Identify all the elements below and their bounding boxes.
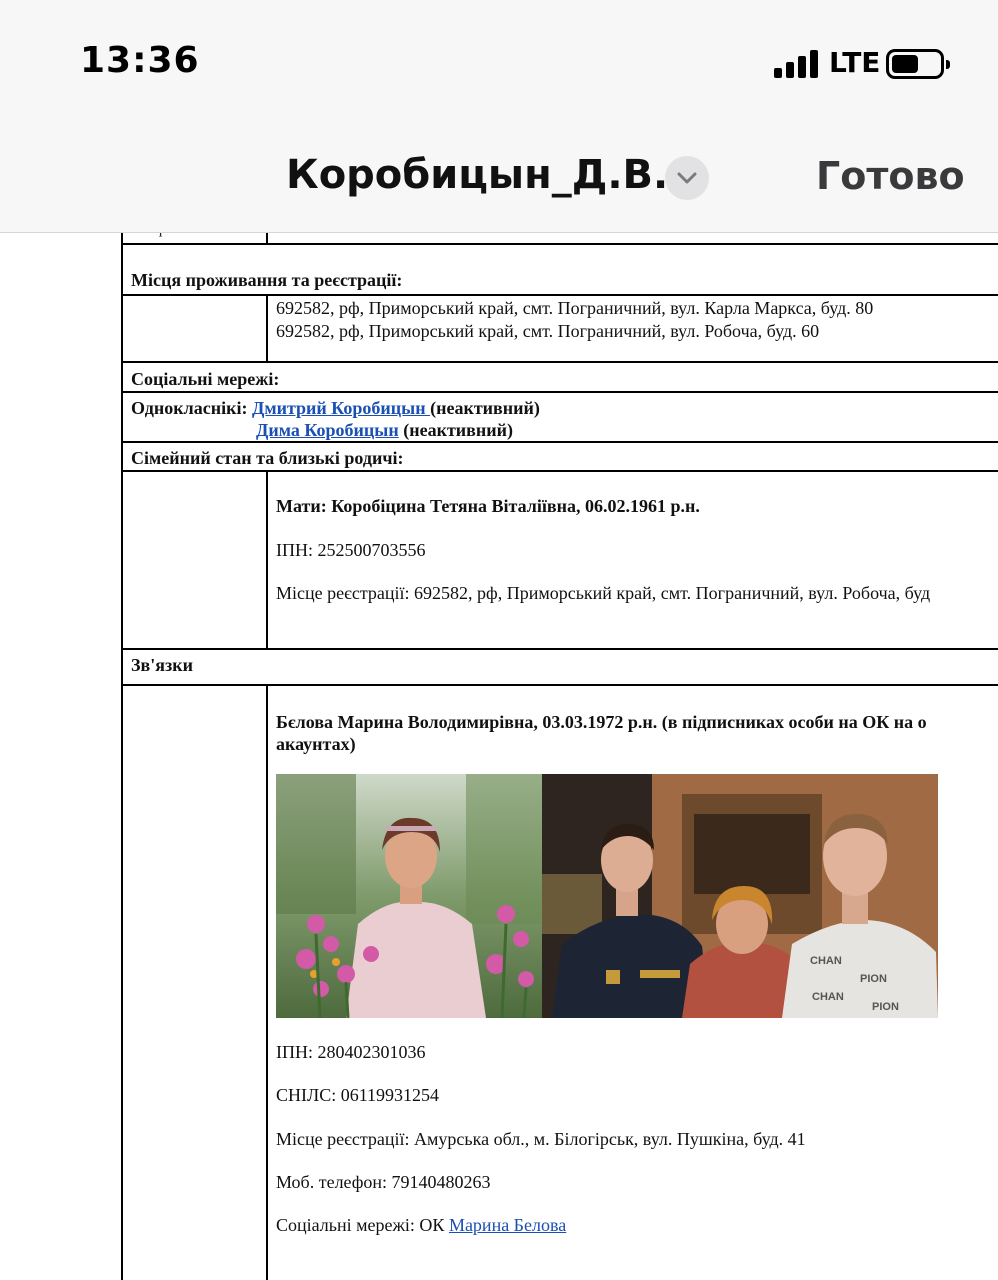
mother-registration: Місце реєстрації: 692582, рф, Приморськи… [276,583,931,603]
table-rule [121,684,998,686]
title-menu-button[interactable] [665,156,709,200]
signal-bars-icon [774,50,820,78]
table-rule [121,361,998,363]
social-heading: Соціальні мережі: [131,369,280,389]
person-social: Соціальні мережі: ОК Марина Белова [276,1214,566,1236]
table-border-left [121,225,123,1280]
residence-heading: Місця проживання та реєстрації: [131,270,403,290]
mother-name: Мати: Коробіцина Тетяна Віталіївна, 06.0… [276,496,700,516]
person-phone: Моб. телефон: 79140480263 [276,1172,491,1192]
chevron-down-icon [677,172,697,184]
person-social-prefix: Соціальні мережі: ОК [276,1215,449,1235]
family-photo-group: CHAN PION CHAN PION [542,774,938,1018]
account-status: (неактивний) [430,398,540,418]
document-title: Коробицын_Д.В. [286,152,669,198]
table-rule [121,470,998,472]
table-rule [121,294,998,296]
account-status: (неактивний) [403,420,514,440]
person-photo-garden [276,774,542,1018]
table-divider [266,294,268,361]
mother-ipn: ІПН: 252500703556 [276,540,426,560]
person-registration: Місце реєстрації: Амурська обл., м. Біло… [276,1129,806,1149]
navigation-bar: 13:36 LTE Коробицын_Д.В. Готово [0,0,998,233]
ok-profile-link[interactable]: Дима Коробицын [256,420,399,440]
person-name-line: Бєлова Марина Володимирівна, 03.03.1972 … [276,712,927,732]
family-heading: Сімейний стан та близькі родичі: [131,448,404,468]
svg-text:PION: PION [860,973,887,985]
svg-text:CHAN: CHAN [812,991,844,1003]
person-ipn: ІПН: 280402301036 [276,1042,426,1062]
svg-text:PION: PION [872,1001,899,1013]
svg-text:CHAN: CHAN [810,955,842,967]
social-entry: Дима Коробицын (неактивний) [256,419,513,441]
person-name-line: акаунтах) [276,734,356,754]
table-divider [266,684,268,1280]
table-rule [121,441,998,443]
ok-profile-link[interactable]: Дмитрий Коробицын [252,398,430,418]
person-snils: СНІЛС: 06119931254 [276,1085,440,1105]
battery-icon [886,49,950,79]
table-rule [121,648,998,650]
ok-label: Однокласнікі: [131,398,248,418]
table-divider [266,470,268,648]
links-heading: Зв'язки [131,655,193,675]
table-rule [121,391,998,393]
network-label: LTE [829,46,881,79]
address-line: 692582, рф, Приморський край, смт. Погра… [276,298,874,318]
table-rule [121,243,998,245]
ok-profile-link[interactable]: Марина Белова [449,1215,566,1235]
done-button[interactable]: Готово [816,154,965,198]
address-line: 692582, рф, Приморський край, смт. Погра… [276,321,820,341]
social-entry: Однокласнікі: Дмитрий Коробицын (неактив… [131,397,540,419]
status-time: 13:36 [80,40,200,81]
